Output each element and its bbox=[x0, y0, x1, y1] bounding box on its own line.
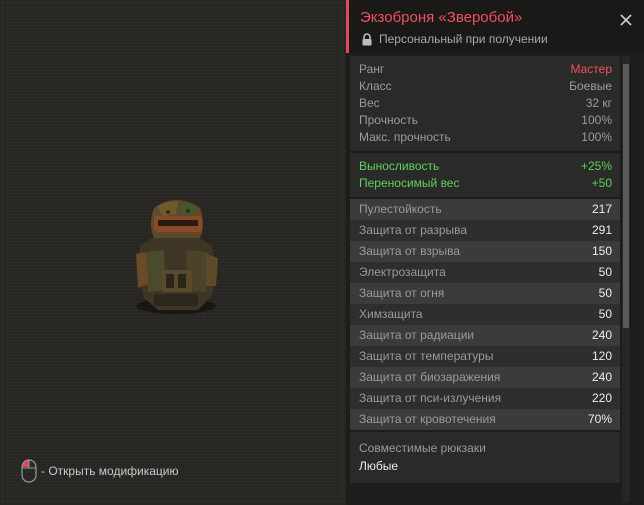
protection-row: Защита от взрыва 150 bbox=[350, 241, 620, 262]
protection-label: Защита от разрыва bbox=[359, 223, 468, 237]
protection-value: 291 bbox=[591, 223, 612, 237]
protection-value: 240 bbox=[591, 328, 612, 342]
item-info-panel: Экзоброня «Зверобой» Персональный при по… bbox=[346, 0, 644, 505]
protection-row: Защита от огня 50 bbox=[350, 283, 620, 304]
bonus-label: Переносимый вес bbox=[359, 176, 460, 190]
stat-value: 100% bbox=[581, 113, 612, 127]
stat-value: 100% bbox=[581, 130, 612, 144]
stat-row-weight: Вес 32 кг bbox=[359, 95, 612, 112]
stats-scroll-area[interactable]: Ранг Мастер Класс Боевые Вес 32 кг Прочн… bbox=[350, 56, 620, 505]
protection-label: Защита от радиации bbox=[359, 328, 475, 342]
protection-value: 120 bbox=[591, 349, 612, 363]
protection-value: 50 bbox=[598, 265, 612, 279]
protection-value: 70% bbox=[587, 412, 612, 426]
close-icon[interactable] bbox=[618, 12, 634, 28]
protection-label: Защита от биозаражения bbox=[359, 370, 501, 384]
protection-value: 150 bbox=[591, 244, 612, 258]
bonus-row-carry-weight: Переносимый вес +50 bbox=[359, 175, 612, 192]
protection-label: Пулестойкость bbox=[359, 202, 442, 216]
lock-icon bbox=[362, 32, 372, 45]
item-title: Экзоброня «Зверобой» bbox=[360, 9, 523, 26]
open-modification-text: - Открыть модификацию bbox=[41, 464, 179, 478]
bonus-value: +25% bbox=[580, 159, 612, 173]
protection-stats-block: Пулестойкость 217 Защита от разрыва 291 … bbox=[350, 199, 620, 430]
item-header: Экзоброня «Зверобой» Персональный при по… bbox=[346, 0, 644, 53]
stat-row-durability: Прочность 100% bbox=[359, 112, 612, 129]
bonus-row-stamina: Выносливость +25% bbox=[359, 158, 612, 175]
protection-row: Защита от радиации 240 bbox=[350, 325, 620, 346]
stat-row-max-durability: Макс. прочность 100% bbox=[359, 129, 612, 146]
stat-value: 32 кг bbox=[585, 96, 612, 110]
armor-image bbox=[136, 200, 218, 314]
binding-info: Персональный при получении bbox=[361, 32, 548, 46]
protection-value: 220 bbox=[591, 391, 612, 405]
protection-label: Защита от огня bbox=[359, 286, 445, 300]
protection-label: Электрозащита bbox=[359, 265, 446, 279]
protection-label: Защита от пси-излучения bbox=[359, 391, 502, 405]
protection-value: 50 bbox=[598, 286, 612, 300]
compatible-backpacks-label: Совместимые рюкзаки bbox=[359, 441, 486, 455]
mouse-icon bbox=[21, 459, 37, 483]
stat-row-class: Класс Боевые bbox=[359, 78, 612, 95]
stat-row-rank: Ранг Мастер bbox=[359, 61, 612, 78]
protection-row: Электрозащита 50 bbox=[350, 262, 620, 283]
protection-row: Химзащита 50 bbox=[350, 304, 620, 325]
stat-label: Класс bbox=[359, 79, 392, 93]
protection-label: Защита от кровотечения bbox=[359, 412, 496, 426]
protection-label: Защита от взрыва bbox=[359, 244, 461, 258]
stat-label: Вес bbox=[359, 96, 380, 110]
compatible-backpacks-block: Совместимые рюкзаки Любые bbox=[350, 432, 620, 483]
stat-label: Ранг bbox=[359, 62, 385, 76]
bonus-value: +50 bbox=[591, 176, 612, 190]
protection-row: Защита от биозаражения 240 bbox=[350, 367, 620, 388]
protection-label: Защита от температуры bbox=[359, 349, 494, 363]
stat-label: Прочность bbox=[359, 113, 419, 127]
protection-value: 50 bbox=[598, 307, 612, 321]
bonus-label: Выносливость bbox=[359, 159, 440, 173]
protection-value: 240 bbox=[591, 370, 612, 384]
protection-row: Пулестойкость 217 bbox=[350, 199, 620, 220]
binding-text: Персональный при получении bbox=[379, 32, 548, 46]
stat-value: Боевые bbox=[569, 79, 612, 93]
item-preview-panel: - Открыть модификацию bbox=[0, 0, 346, 505]
basic-stats-block: Ранг Мастер Класс Боевые Вес 32 кг Прочн… bbox=[350, 56, 620, 151]
stat-value: Мастер bbox=[570, 62, 612, 76]
compatible-backpacks-value: Любые bbox=[359, 459, 399, 473]
protection-row: Защита от разрыва 291 bbox=[350, 220, 620, 241]
protection-value: 217 bbox=[591, 202, 612, 216]
stat-label: Макс. прочность bbox=[359, 130, 451, 144]
protection-row: Защита от пси-излучения 220 bbox=[350, 388, 620, 409]
bonus-stats-block: Выносливость +25% Переносимый вес +50 bbox=[350, 153, 620, 197]
protection-row: Защита от кровотечения 70% bbox=[350, 409, 620, 430]
scrollbar-thumb[interactable] bbox=[623, 64, 629, 328]
protection-row: Защита от температуры 120 bbox=[350, 346, 620, 367]
open-modification-hint: - Открыть модификацию bbox=[21, 458, 179, 484]
protection-label: Химзащита bbox=[359, 307, 423, 321]
